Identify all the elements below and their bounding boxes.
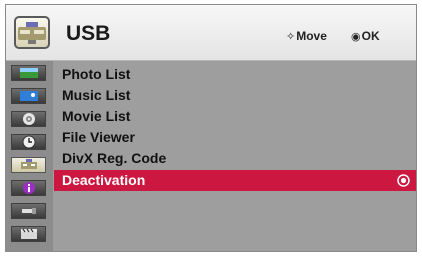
clapper-icon[interactable] bbox=[11, 226, 46, 242]
ok-button-icon: ◉ bbox=[351, 31, 361, 43]
ok-hint: ◉OK bbox=[351, 29, 380, 43]
usb-icon[interactable] bbox=[11, 157, 46, 173]
menu-item-label: Deactivation bbox=[62, 172, 146, 188]
ok-hint-label: OK bbox=[361, 29, 380, 43]
menu-item-label: Movie List bbox=[62, 108, 131, 124]
menu-item-photo-list[interactable]: Photo List bbox=[54, 64, 416, 85]
disc-icon[interactable] bbox=[11, 111, 46, 127]
usb-menu-panel: USB ✧Move ◉OK Photo List Music List Movi… bbox=[5, 4, 417, 252]
photo-icon[interactable] bbox=[11, 88, 46, 104]
clock-icon[interactable] bbox=[11, 134, 46, 150]
category-icon-bar bbox=[6, 61, 53, 251]
menu-item-music-list[interactable]: Music List bbox=[54, 85, 416, 106]
menu-list: Photo List Music List Movie List File Vi… bbox=[54, 61, 416, 251]
menu-item-label: Photo List bbox=[62, 66, 131, 82]
menu-item-label: DivX Reg. Code bbox=[62, 150, 167, 166]
move-arrows-icon: ✧ bbox=[286, 31, 296, 43]
menu-item-divx-reg-code[interactable]: DivX Reg. Code bbox=[54, 148, 416, 169]
input-icon[interactable] bbox=[11, 203, 46, 219]
ok-select-icon bbox=[397, 174, 410, 187]
usb-folder-icon bbox=[14, 16, 50, 49]
menu-item-file-viewer[interactable]: File Viewer bbox=[54, 127, 416, 148]
menu-item-label: File Viewer bbox=[62, 129, 135, 145]
menu-item-label: Music List bbox=[62, 87, 131, 103]
menu-item-movie-list[interactable]: Movie List bbox=[54, 106, 416, 127]
menu-header: USB ✧Move ◉OK bbox=[6, 5, 416, 61]
move-hint-label: Move bbox=[296, 29, 327, 43]
info-icon[interactable] bbox=[11, 180, 46, 196]
menu-item-deactivation[interactable]: Deactivation bbox=[54, 170, 416, 191]
picture-icon[interactable] bbox=[11, 65, 46, 81]
move-hint: ✧Move bbox=[286, 29, 327, 43]
page-title: USB bbox=[66, 22, 111, 45]
